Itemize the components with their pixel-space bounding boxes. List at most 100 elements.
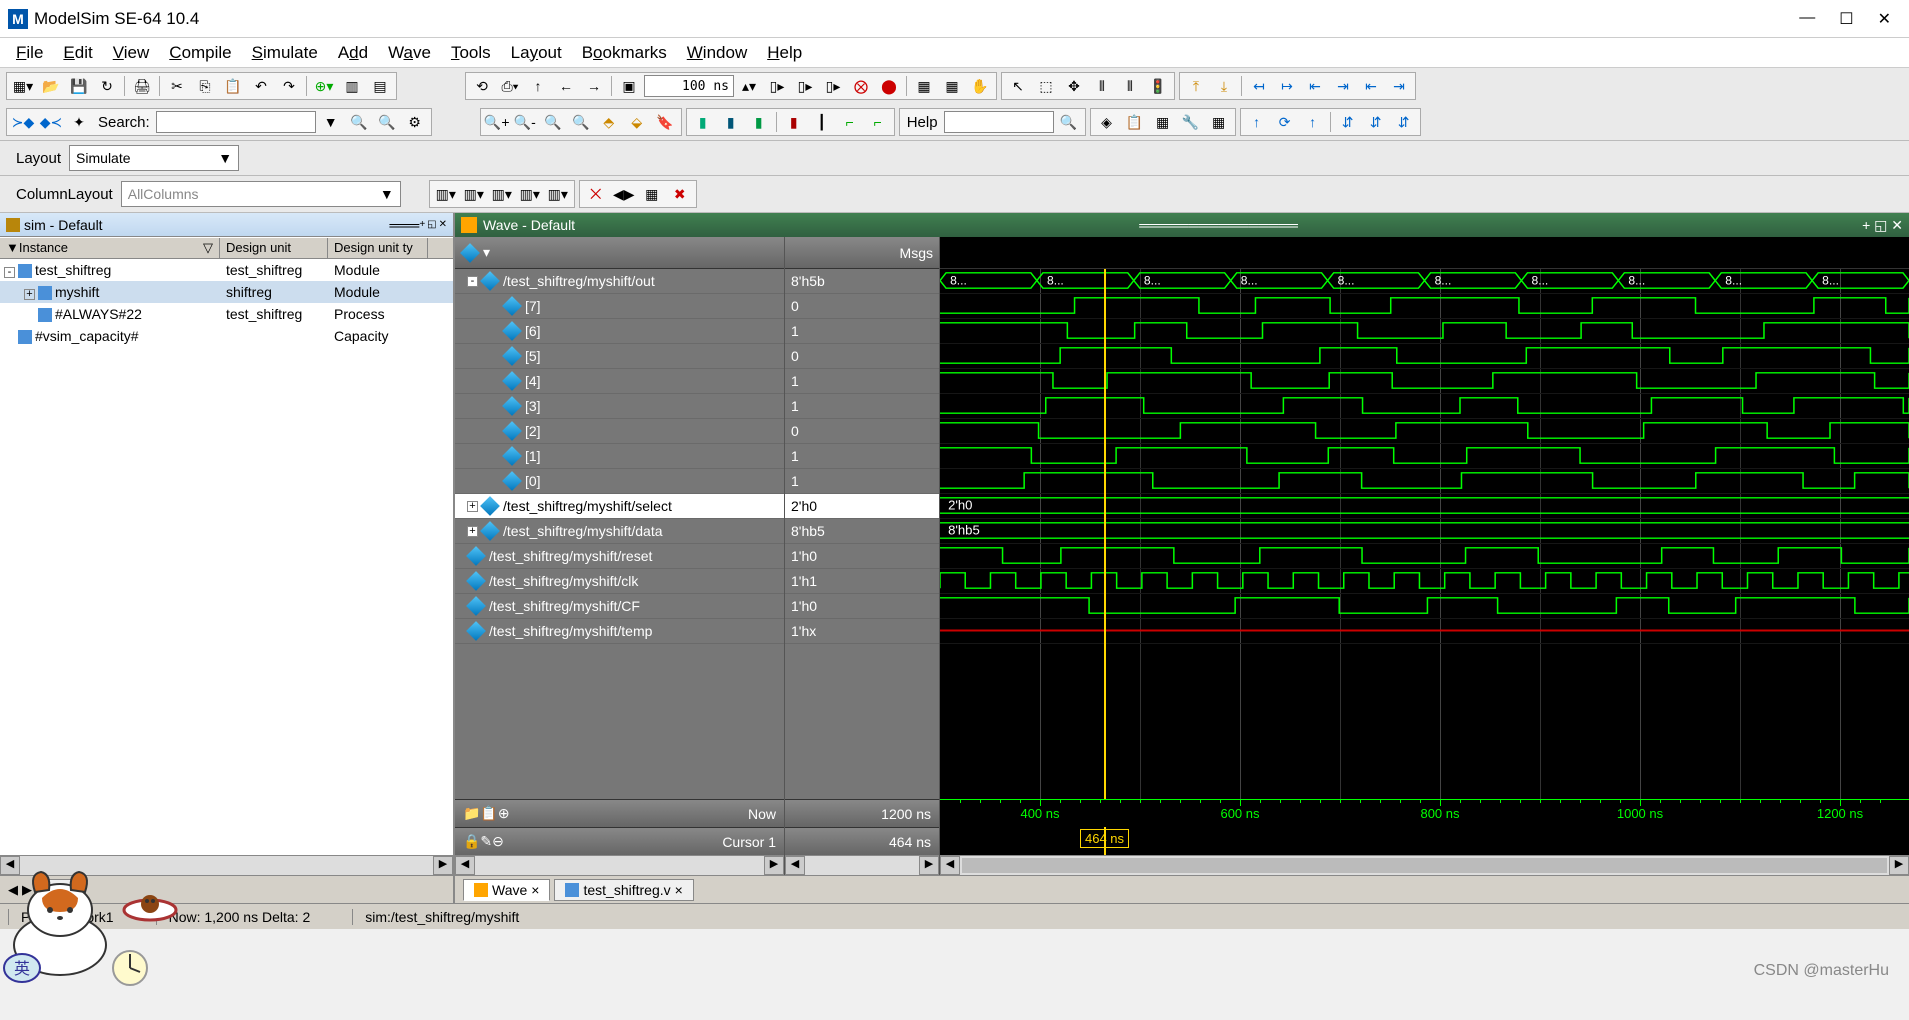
restart-button[interactable]: ⟲ (469, 75, 495, 97)
paste-button[interactable]: 📋 (220, 75, 246, 97)
column-layout-combo[interactable]: AllColumns▼ (121, 181, 401, 207)
sim-header-design-unit[interactable]: Design unit (220, 238, 328, 258)
search-dropdown-button[interactable]: ▼ (318, 111, 344, 133)
cursor-ctrl-b-button[interactable]: ◀▶ (611, 183, 637, 205)
wave-panel-close-button[interactable]: ✕ (1891, 217, 1903, 233)
layer-e-button[interactable]: ▦ (1206, 111, 1232, 133)
cursor-ctrl-c-button[interactable]: ▦ (639, 183, 665, 205)
sim-header-type[interactable]: Design unit ty (328, 238, 428, 258)
arrow-rot-button[interactable]: ⟳ (1272, 111, 1298, 133)
menu-bookmarks[interactable]: Bookmarks (576, 41, 673, 65)
sim-header-instance[interactable]: ▼Instance ▽ (0, 238, 220, 258)
wave-opt-c-button[interactable]: ⌐ (837, 111, 863, 133)
layer-d-button[interactable]: 🔧 (1178, 111, 1204, 133)
run-to-button[interactable]: ▯▸ (820, 75, 846, 97)
group-a-button[interactable]: ▥▾ (433, 183, 459, 205)
menu-file[interactable]: File (10, 41, 49, 65)
help-input[interactable] (944, 111, 1054, 133)
new-button[interactable]: ▦▾ (10, 75, 36, 97)
run-time-input[interactable] (644, 75, 734, 97)
arrow-up-a-button[interactable]: ↑ (1244, 111, 1270, 133)
zoom-full-button[interactable]: 🔍 (540, 111, 566, 133)
move-button[interactable]: ✥ (1061, 75, 1087, 97)
wave-signal-name[interactable]: [1] (455, 444, 784, 469)
undo-button[interactable]: ↶ (248, 75, 274, 97)
waveform-row[interactable] (940, 319, 1909, 344)
sim-panel-undock-button[interactable]: ◱ (427, 219, 436, 230)
layer-c-button[interactable]: ▦ (1150, 111, 1176, 133)
wave-opt-a-button[interactable]: ▮ (781, 111, 807, 133)
edge-a-button[interactable]: ⤒ (1183, 75, 1209, 97)
wave-signal-name[interactable]: [5] (455, 344, 784, 369)
zoom-in-button[interactable]: 🔍+ (484, 111, 510, 133)
cascade-button[interactable]: ▤ (367, 75, 393, 97)
open-button[interactable]: 📂 (38, 75, 64, 97)
menu-window[interactable]: Window (681, 41, 753, 65)
help-search-button[interactable]: 🔍 (1056, 111, 1082, 133)
wave-cursor-line[interactable] (1104, 269, 1106, 799)
wave-signal-name[interactable]: [3] (455, 394, 784, 419)
waveform-row[interactable] (940, 469, 1909, 494)
menu-compile[interactable]: Compile (163, 41, 237, 65)
waveform-row[interactable] (940, 294, 1909, 319)
layer-a-button[interactable]: ◈ (1094, 111, 1120, 133)
waveform-row[interactable] (940, 369, 1909, 394)
wave-ruler[interactable]: 400 ns600 ns800 ns1000 ns1200 ns (940, 799, 1909, 827)
tool-b-button[interactable]: ⫴ (1117, 75, 1143, 97)
edge-f-button[interactable]: ⇥ (1386, 75, 1412, 97)
time-updown-button[interactable]: ▴▾ (736, 75, 762, 97)
wave-graph[interactable]: 8...8...8...8...8...8...8...8...8...8...… (940, 237, 1909, 875)
tab-wave-close-button[interactable]: × (531, 882, 539, 898)
wave-mode-b-button[interactable]: ▮ (718, 111, 744, 133)
wave-signal-name[interactable]: [7] (455, 294, 784, 319)
menu-tools[interactable]: Tools (445, 41, 497, 65)
wave-names-header[interactable]: ▾ (455, 237, 784, 269)
wave-signal-name[interactable]: +/test_shiftreg/myshift/select (455, 494, 784, 519)
waveform-row[interactable] (940, 619, 1909, 644)
wave-msgs-hscroll[interactable]: ◀▶ (785, 855, 939, 875)
cut-button[interactable]: ✂ (164, 75, 190, 97)
bookmark-a-button[interactable]: ⬘ (596, 111, 622, 133)
group-d-button[interactable]: ▥▾ (517, 183, 543, 205)
zoom-area-button[interactable]: ⬚ (1033, 75, 1059, 97)
waveform-row[interactable] (940, 344, 1909, 369)
traffic-icon[interactable]: 🚦 (1145, 75, 1171, 97)
wand-button[interactable]: ✦ (66, 111, 92, 133)
reload-button[interactable]: ↻ (94, 75, 120, 97)
waveform-row[interactable]: 2'h0 (940, 494, 1909, 519)
group-e-button[interactable]: ▥▾ (545, 183, 571, 205)
menu-view[interactable]: View (107, 41, 156, 65)
menu-wave[interactable]: Wave (382, 41, 437, 65)
signal-tools-icon[interactable] (460, 243, 480, 263)
drive-in-button[interactable]: ≻◆ (10, 111, 36, 133)
signal-expand-button[interactable]: + (467, 501, 478, 512)
signal-expand-button[interactable]: + (467, 526, 478, 537)
wave-signal-name[interactable]: [0] (455, 469, 784, 494)
bookmark-b-button[interactable]: ⬙ (624, 111, 650, 133)
bookmark-c-button[interactable]: 🔖 (652, 111, 678, 133)
tab-file-close-button[interactable]: × (675, 882, 683, 898)
edge-d-button[interactable]: ⇥ (1330, 75, 1356, 97)
wave-signal-name[interactable]: /test_shiftreg/myshift/clk (455, 569, 784, 594)
wave-mode-a-button[interactable]: ▮ (690, 111, 716, 133)
menu-layout[interactable]: Layout (505, 41, 568, 65)
wave-signal-name[interactable]: /test_shiftreg/myshift/temp (455, 619, 784, 644)
mem2-button[interactable]: ▦ (939, 75, 965, 97)
find-next-button[interactable]: 🔍 (374, 111, 400, 133)
wave-mode-c-button[interactable]: ▮ (746, 111, 772, 133)
group-c-button[interactable]: ▥▾ (489, 183, 515, 205)
wave-signal-name[interactable]: /test_shiftreg/myshift/reset (455, 544, 784, 569)
waveform-row[interactable]: 8...8...8...8...8...8...8...8...8...8... (940, 269, 1909, 294)
sim-panel-close-button[interactable]: ✕ (439, 219, 447, 230)
waveform-row[interactable] (940, 419, 1909, 444)
hand-button[interactable]: ✋ (967, 75, 993, 97)
tab-wave[interactable]: Wave × (463, 879, 550, 901)
menu-help[interactable]: Help (761, 41, 808, 65)
tile-button[interactable]: ▥ (339, 75, 365, 97)
run-button[interactable]: ▣ (616, 75, 642, 97)
sim-panel-add-button[interactable]: + (419, 219, 425, 230)
wave-panel-undock-button[interactable]: ◱ (1874, 217, 1887, 233)
edge-e-button[interactable]: ⇤ (1358, 75, 1384, 97)
zoom-out-button[interactable]: 🔍- (512, 111, 538, 133)
sim-tree[interactable]: -test_shiftregtest_shiftregModule+myshif… (0, 259, 453, 855)
